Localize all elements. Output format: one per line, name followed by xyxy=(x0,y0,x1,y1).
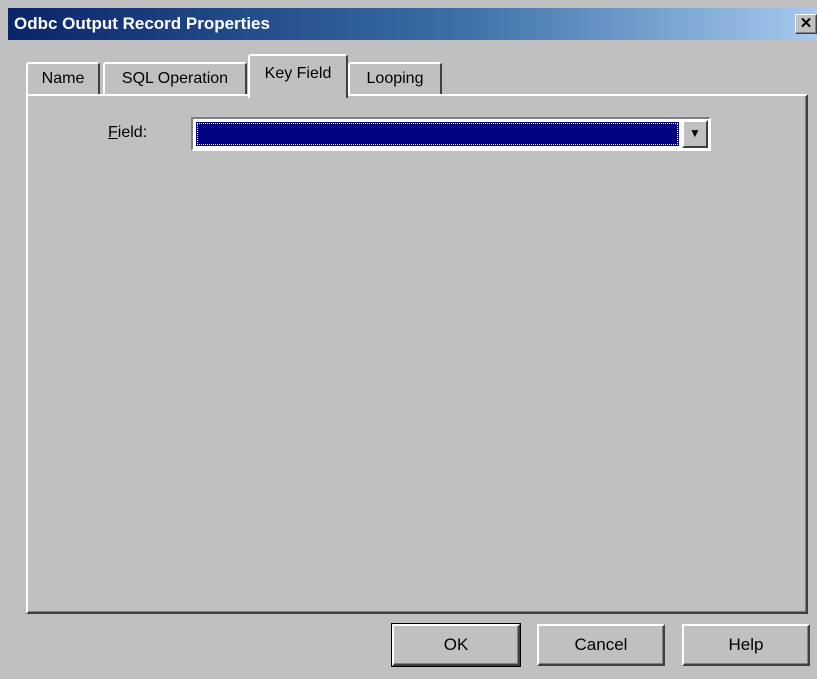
title-bar[interactable]: Odbc Output Record Properties ✕ xyxy=(8,8,817,40)
ok-button[interactable]: OK xyxy=(391,623,521,667)
field-label-text: ield: xyxy=(117,124,148,141)
tab-sql-operation-label: SQL Operation xyxy=(121,70,229,87)
field-combobox[interactable]: ▼ xyxy=(191,117,711,151)
tab-sql-operation[interactable]: SQL Operation xyxy=(103,62,247,96)
tab-name[interactable]: Name xyxy=(26,62,100,96)
tab-key-field-label: Key Field xyxy=(264,65,332,82)
field-label-accelerator: F xyxy=(108,124,118,141)
window-title: Odbc Output Record Properties xyxy=(14,14,270,33)
close-button[interactable]: ✕ xyxy=(795,14,817,34)
tab-strip: Name SQL Operation Key Field Looping xyxy=(26,54,806,98)
dialog-window: Odbc Output Record Properties ✕ Name SQL… xyxy=(0,0,817,679)
field-dropdown-button[interactable]: ▼ xyxy=(682,120,708,148)
close-icon: ✕ xyxy=(799,15,813,32)
tab-name-label: Name xyxy=(41,70,85,87)
tab-looping[interactable]: Looping xyxy=(348,62,442,96)
field-label: Field: xyxy=(108,124,147,142)
tab-panel xyxy=(26,94,808,614)
tab-looping-label: Looping xyxy=(366,70,424,87)
cancel-button[interactable]: Cancel xyxy=(537,624,665,666)
chevron-down-icon: ▼ xyxy=(689,126,701,140)
help-button[interactable]: Help xyxy=(682,624,810,666)
field-combobox-value[interactable] xyxy=(196,122,679,146)
tab-key-field[interactable]: Key Field xyxy=(248,54,348,98)
